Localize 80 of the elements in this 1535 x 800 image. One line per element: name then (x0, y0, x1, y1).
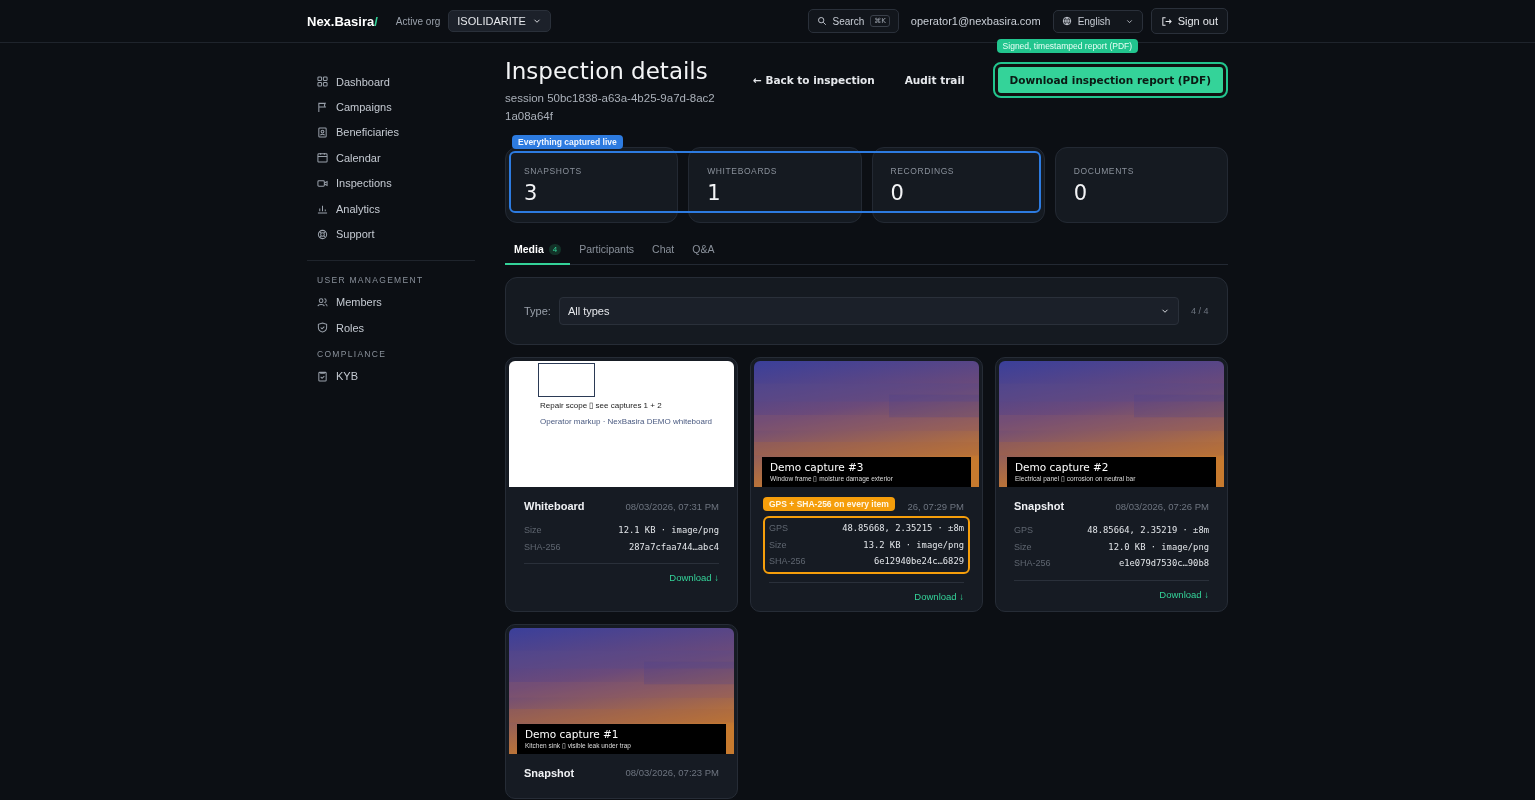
media-type: Snapshot (524, 766, 575, 779)
user-email: operator1@nexbasira.com (910, 15, 1041, 27)
nav-item[interactable]: Support (307, 221, 475, 247)
filter-label: Type: (524, 305, 551, 317)
section-heading: USER MANAGEMENT (316, 274, 425, 285)
globe-icon (1061, 16, 1072, 26)
rectangle-drawing (538, 363, 595, 397)
meta-label: SHA-256 (769, 556, 806, 567)
media-date: 08/03/2026, 07:23 PM (625, 767, 719, 778)
media-type: Whiteboard (524, 500, 585, 512)
nav-item[interactable]: Beneficiaries (307, 119, 475, 146)
search-icon (816, 16, 827, 26)
nav-item[interactable]: KYB (307, 363, 475, 389)
meta-label: Size (1014, 541, 1032, 552)
download-link[interactable]: Download ↓ (914, 590, 964, 602)
meta-label: SHA-256 (1014, 558, 1051, 569)
back-link[interactable]: ← Back to inspection (752, 74, 875, 86)
stat-card: SNAPSHOTS 3 (505, 147, 679, 223)
nav-item[interactable]: Calendar (307, 145, 475, 171)
video-camera-icon (317, 177, 328, 189)
media-date: 26, 07:29 PM (907, 500, 964, 512)
nav-item[interactable]: Inspections (307, 170, 475, 196)
count-badge: 4 (548, 243, 562, 255)
shield-check-icon (317, 322, 328, 334)
grid-icon (317, 76, 328, 88)
session-id: session 50bc1838-a63a-4b25-9a7d-8ac21a08a64f (505, 91, 716, 124)
page-title: Inspection details (505, 57, 709, 85)
whiteboard-note: Operator markup · NexBasira DEMO whiteboard (540, 417, 713, 426)
org-select[interactable]: ISOLIDARITE (448, 10, 551, 32)
stat-card: DOCUMENTS 0 (1054, 147, 1228, 223)
tab[interactable]: Q&A (683, 237, 724, 265)
tab[interactable]: Media 4 (505, 237, 571, 265)
nav-item[interactable]: Campaigns (307, 94, 475, 120)
section-heading: COMPLIANCE (316, 348, 388, 359)
bar-chart-icon (317, 203, 328, 215)
tab[interactable]: Participants (570, 237, 644, 265)
meta-value: e1e079d7530c…90b8 (1118, 558, 1209, 569)
language-select[interactable]: English (1052, 9, 1143, 33)
sign-out-button[interactable]: Sign out (1150, 8, 1228, 34)
nav-item[interactable]: Members (307, 289, 475, 316)
download-link[interactable]: Download ↓ (1159, 588, 1209, 600)
callout-badge: Signed, timestamped report (PDF) (996, 39, 1139, 53)
lifebuoy-icon (317, 228, 328, 240)
nav-item[interactable]: Roles (307, 315, 475, 341)
meta-value: 12.0 KB · image/png (1108, 541, 1209, 552)
meta-label: GPS (1014, 525, 1033, 536)
media-date: 08/03/2026, 07:31 PM (625, 500, 719, 512)
type-select[interactable]: All types (558, 297, 1179, 325)
meta-label: Size (769, 539, 787, 550)
meta-label: GPS (769, 523, 788, 534)
tab[interactable]: Chat (643, 237, 684, 265)
clipboard-check-icon (317, 370, 328, 382)
download-report-button[interactable]: Download inspection report (PDF) (994, 64, 1226, 96)
meta-label: Size (524, 525, 542, 536)
audit-trail-link[interactable]: Audit trail (904, 74, 965, 86)
result-count: 4 / 4 (1191, 305, 1209, 317)
sign-out-icon (1160, 15, 1172, 27)
meta-label: SHA-256 (524, 541, 561, 552)
stat-card: RECORDINGS 0 (871, 147, 1045, 223)
meta-value: 287a7cfaa744…abc4 (628, 541, 719, 552)
id-card-icon (317, 126, 328, 138)
callout-badge: GPS + SHA-256 on every item (763, 497, 895, 511)
meta-value: 48.85668, 2.35215 · ±8m (842, 523, 964, 534)
meta-value: 12.1 KB · image/png (618, 525, 719, 536)
whiteboard-text: Repair scope ▯ see captures 1 + 2 (540, 401, 662, 410)
users-icon (317, 296, 328, 308)
callout-badge: Everything captured live (512, 135, 623, 149)
media-date: 08/03/2026, 07:26 PM (1115, 500, 1209, 512)
nav-item[interactable]: Dashboard (307, 69, 475, 95)
logo[interactable]: Nex.Basira/ (307, 13, 378, 29)
meta-value: 6e12940be24c…6829 (873, 556, 964, 567)
media-type: Snapshot (1014, 500, 1065, 512)
download-link[interactable]: Download ↓ (669, 572, 719, 583)
flag-icon (317, 101, 328, 113)
org-label: Active org (395, 15, 441, 27)
nav-item[interactable]: Analytics (307, 195, 475, 222)
stat-card: WHITEBOARDS 1 (688, 147, 862, 223)
calendar-icon (317, 152, 328, 164)
meta-value: 13.2 KB · image/png (863, 539, 964, 550)
meta-value: 48.85664, 2.35219 · ±8m (1087, 525, 1209, 536)
